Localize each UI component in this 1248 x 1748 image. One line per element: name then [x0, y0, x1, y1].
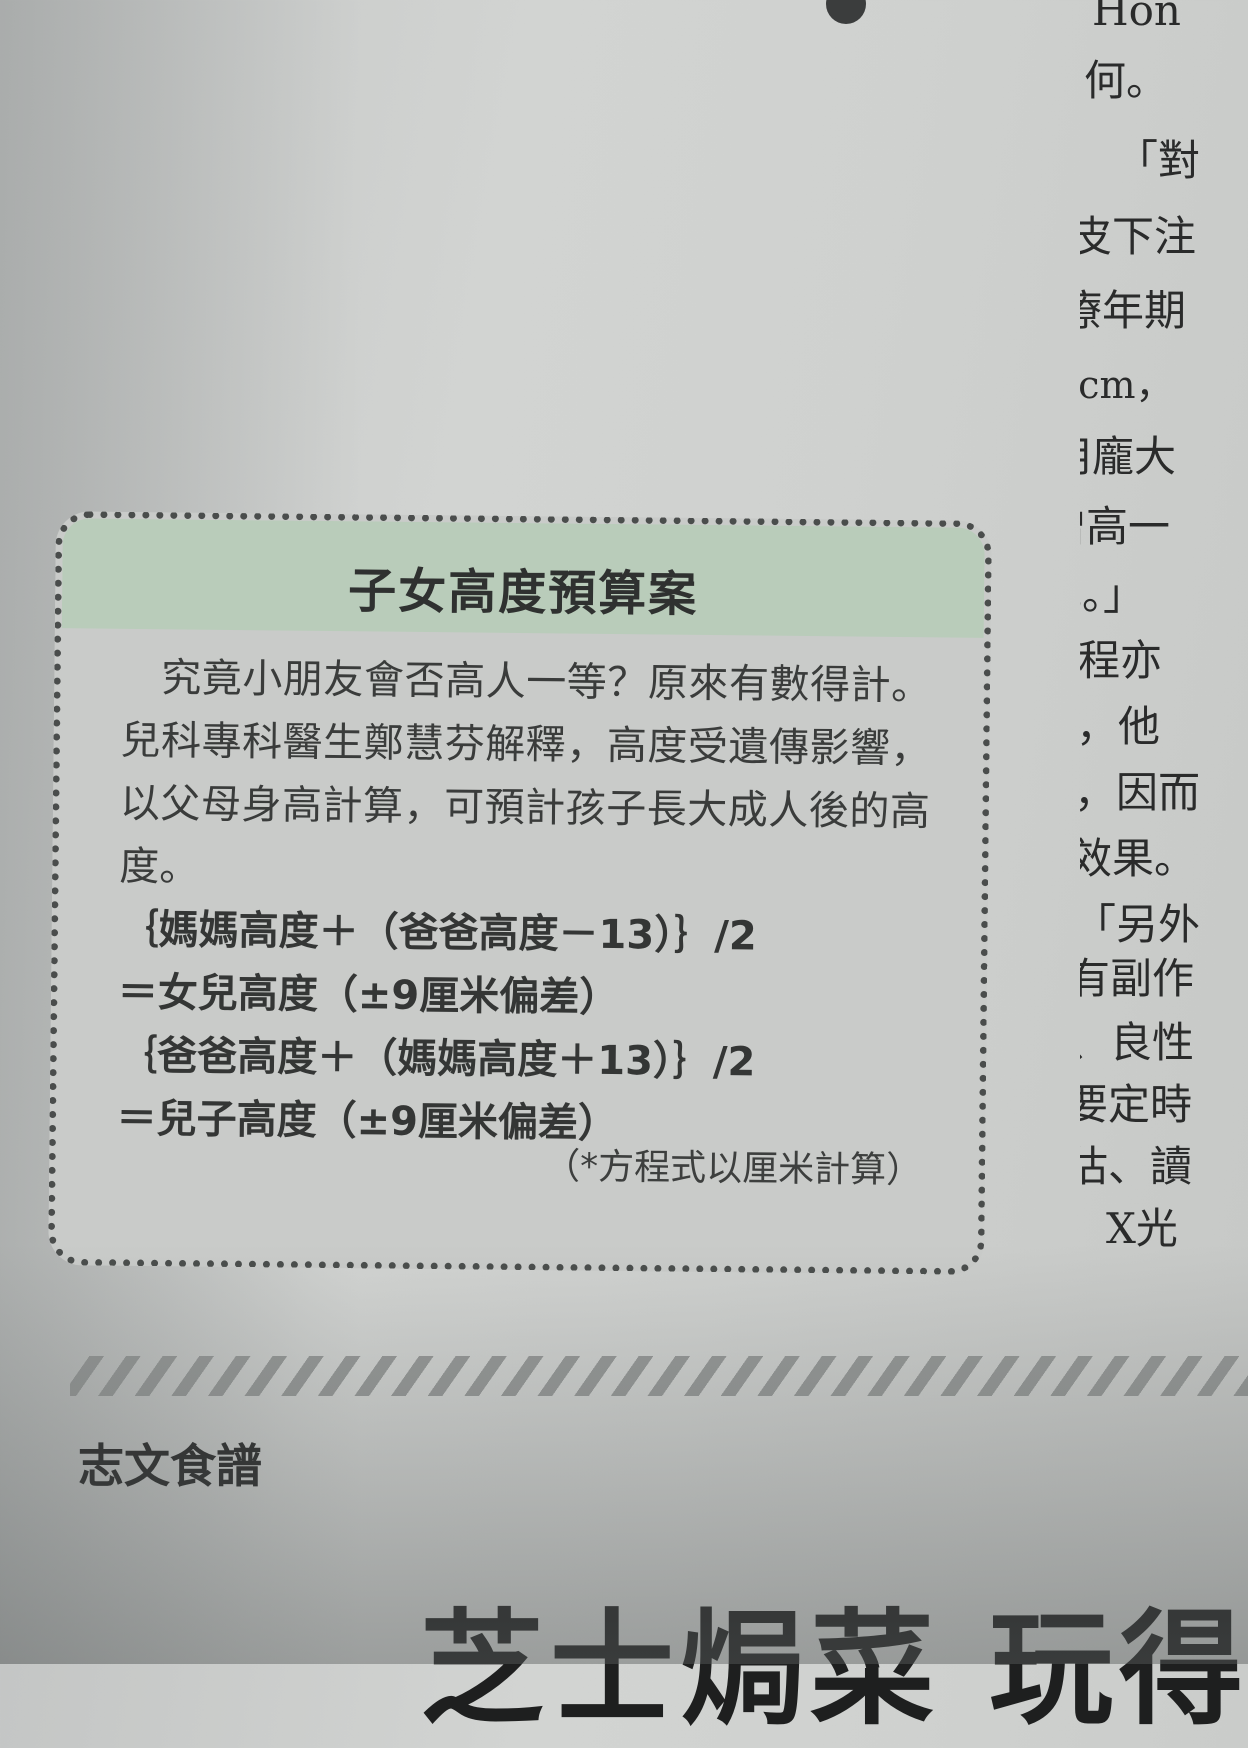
section-divider — [70, 1356, 1248, 1396]
decorative-dot — [826, 0, 866, 24]
son-formula-line1: ｛爸爸高度＋（媽媽高度＋13）｝/2 — [117, 1032, 756, 1086]
article-line: 評估、讀 — [1080, 1142, 1193, 1191]
daughter-formula-line2: ＝女兒高度（±9厘米偏差） — [117, 969, 620, 1022]
article-line: 射，他 — [1080, 702, 1161, 751]
article-column: Hon 何。 「對 皮下注 療年期 6cm， 用龐大 增高一 元。」 過程亦 射… — [1080, 0, 1248, 1260]
daughter-formula-line1: ｛媽媽高度＋（爸爸高度－13）｝/2 — [118, 906, 757, 960]
article-line: 何。 — [1084, 56, 1169, 105]
article-line: 增高一 — [1080, 502, 1171, 551]
section-label: 志文食譜 — [78, 1439, 262, 1493]
article-line: 療效果。 — [1080, 834, 1197, 883]
article-line: 療年期 — [1080, 286, 1187, 335]
article-line: 「對 — [1116, 136, 1201, 185]
article-line: 過程亦 — [1080, 636, 1163, 685]
article-line: Hon — [1092, 0, 1181, 35]
height-estimate-box: 子女高度預算案 究竟小朋友會否高人一等？原來有數得計。兒科專科醫生鄭慧芬解釋，高… — [48, 511, 992, 1275]
article-line: 皮下注 — [1080, 212, 1197, 261]
units-note: （*方程式以厘米計算） — [543, 1146, 923, 1192]
article-line: 制、良性 — [1080, 1018, 1195, 1067]
article-line: 元。」 — [1080, 570, 1146, 619]
box-paragraph: 究竟小朋友會否高人一等？原來有數得計。兒科專科醫生鄭慧芬解釋，高度受遺傳影響，以… — [119, 655, 932, 891]
box-title: 子女高度預算案 — [347, 563, 699, 623]
article-line: 血、X光 — [1080, 1204, 1178, 1253]
box-body: 究竟小朋友會否高人一等？原來有數得計。兒科專科醫生鄭慧芬解釋，高度受遺傳影響，以… — [116, 647, 931, 1159]
article-line: 亦要定時 — [1080, 1080, 1193, 1129]
article-line: 扎，因而 — [1080, 768, 1201, 817]
article-line: 能有副作 — [1080, 954, 1195, 1003]
article-line: 用龐大 — [1080, 432, 1177, 481]
article-line: 「另外 — [1080, 900, 1201, 949]
next-article-headline: 芝士焗菜 玩得 — [420, 1597, 1248, 1742]
article-line: 6cm， — [1080, 363, 1174, 407]
